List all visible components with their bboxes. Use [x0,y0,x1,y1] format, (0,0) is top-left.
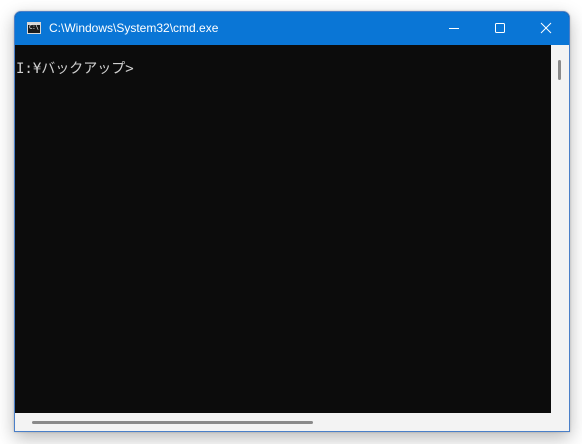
cmd-app-icon[interactable]: C:\ [27,22,41,34]
vertical-scroll-thumb[interactable] [558,60,561,80]
window-title: C:\Windows\System32\cmd.exe [49,21,219,35]
title-bar[interactable]: C:\ C:\Windows\System32\cmd.exe [15,12,569,45]
maximize-button[interactable] [477,12,523,45]
minimize-icon [449,28,459,29]
close-icon [540,22,552,34]
vertical-scrollbar[interactable] [551,45,569,413]
close-button[interactable] [523,12,569,45]
app-icon-glyph: C:\ [29,24,39,31]
horizontal-scrollbar[interactable] [15,413,569,431]
console-output-area[interactable]: I:¥バックアップ> [15,45,551,413]
horizontal-scroll-thumb[interactable] [32,421,313,424]
command-prompt: I:¥バックアップ> [16,61,134,77]
cmd-window: C:\ C:\Windows\System32\cmd.exe I:¥バックアッ… [14,11,570,432]
minimize-button[interactable] [431,12,477,45]
maximize-icon [495,23,505,33]
